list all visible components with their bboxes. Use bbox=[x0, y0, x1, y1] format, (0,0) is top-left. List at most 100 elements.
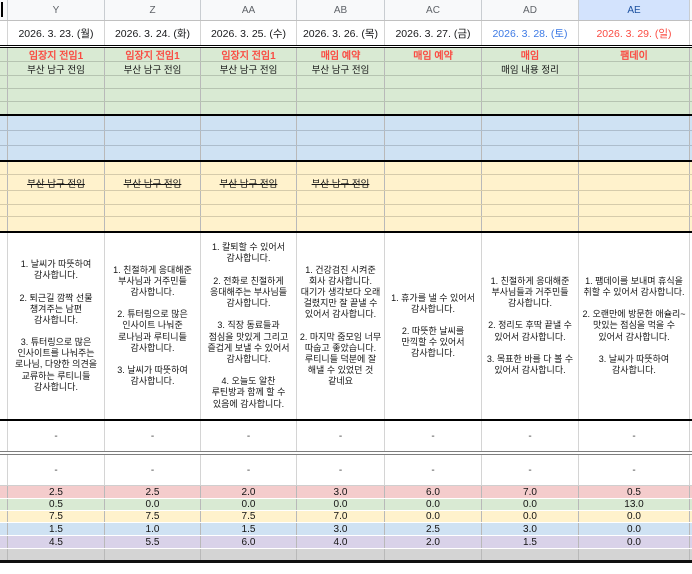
empty-cell[interactable] bbox=[105, 76, 201, 88]
empty-cell[interactable] bbox=[482, 116, 579, 130]
empty-cell[interactable] bbox=[579, 146, 690, 160]
score-cell[interactable]: 5.5 bbox=[105, 536, 201, 548]
dash-cell[interactable]: - bbox=[201, 421, 297, 451]
score-cell[interactable]: 7.0 bbox=[297, 511, 385, 522]
empty-cell[interactable] bbox=[201, 191, 297, 204]
column-header-ad[interactable]: AD bbox=[482, 0, 579, 20]
empty-cell[interactable] bbox=[105, 89, 201, 101]
dash-cell[interactable]: - bbox=[105, 455, 201, 485]
score-cell[interactable]: 2.5 bbox=[8, 486, 105, 498]
date-cell-fri[interactable]: 2026. 3. 27. (금) bbox=[385, 21, 482, 45]
empty-cell[interactable] bbox=[579, 217, 690, 231]
dash-cell[interactable]: - bbox=[579, 455, 690, 485]
empty-cell[interactable] bbox=[105, 162, 201, 174]
empty-cell[interactable] bbox=[482, 76, 579, 88]
score-cell[interactable]: 2.5 bbox=[105, 486, 201, 498]
empty-cell[interactable] bbox=[8, 549, 105, 560]
empty-cell[interactable] bbox=[385, 116, 482, 130]
gratitude-cell-sat[interactable]: 1. 친절하게 응대해준 부사님들과 거주민들 감사합니다. 2. 정리도 후딱… bbox=[482, 233, 579, 419]
dash-cell[interactable]: - bbox=[579, 421, 690, 451]
plan-header-cell[interactable]: 매임 예약 bbox=[297, 48, 385, 61]
empty-cell[interactable] bbox=[105, 549, 201, 560]
score-cell[interactable]: 0.0 bbox=[385, 499, 482, 510]
empty-cell[interactable] bbox=[8, 102, 105, 114]
empty-cell[interactable] bbox=[201, 131, 297, 145]
empty-cell[interactable] bbox=[105, 205, 201, 216]
empty-cell[interactable] bbox=[297, 116, 385, 130]
score-cell[interactable]: 6.0 bbox=[201, 536, 297, 548]
completed-task-cell[interactable] bbox=[482, 175, 579, 190]
completed-task-cell[interactable]: 부산 남구 전임 bbox=[105, 175, 201, 190]
score-cell[interactable]: 0.0 bbox=[482, 499, 579, 510]
score-cell[interactable]: 1.5 bbox=[201, 523, 297, 535]
completed-task-cell[interactable]: 부산 남구 전임 bbox=[297, 175, 385, 190]
column-header-ae-selected[interactable]: AE bbox=[579, 0, 690, 20]
plan-task-cell[interactable]: 매임 내용 정리 bbox=[482, 62, 579, 75]
dash-cell[interactable]: - bbox=[297, 455, 385, 485]
score-cell[interactable]: 6.0 bbox=[385, 486, 482, 498]
empty-cell[interactable] bbox=[385, 89, 482, 101]
score-cell[interactable]: 0.0 bbox=[579, 511, 690, 522]
score-cell[interactable]: 0.0 bbox=[385, 511, 482, 522]
plan-header-cell[interactable]: 임장지 전임1 bbox=[105, 48, 201, 61]
completed-task-cell[interactable] bbox=[579, 175, 690, 190]
gratitude-cell-wed[interactable]: 1. 칼퇴할 수 있어서 감사합니다. 2. 전화로 친절하게 응대해주는 부사… bbox=[201, 233, 297, 419]
plan-task-cell[interactable]: 부산 남구 전임 bbox=[105, 62, 201, 75]
empty-cell[interactable] bbox=[105, 191, 201, 204]
dash-cell[interactable]: - bbox=[201, 455, 297, 485]
empty-cell[interactable] bbox=[482, 131, 579, 145]
empty-cell[interactable] bbox=[579, 191, 690, 204]
empty-cell[interactable] bbox=[8, 217, 105, 231]
score-cell[interactable]: 7.5 bbox=[8, 511, 105, 522]
plan-header-cell[interactable]: 임장지 전임1 bbox=[201, 48, 297, 61]
completed-task-cell[interactable]: 부산 남구 전임 bbox=[8, 175, 105, 190]
plan-task-cell[interactable]: 부산 남구 전임 bbox=[8, 62, 105, 75]
score-cell[interactable]: 0.0 bbox=[297, 499, 385, 510]
plan-header-cell[interactable]: 매임 예약 bbox=[385, 48, 482, 61]
empty-cell[interactable] bbox=[297, 89, 385, 101]
empty-cell[interactable] bbox=[201, 102, 297, 114]
empty-cell[interactable] bbox=[482, 102, 579, 114]
empty-cell[interactable] bbox=[105, 131, 201, 145]
gratitude-cell-tue[interactable]: 1. 친절하게 응대해준 부사님과 거주민들 감사합니다. 2. 튜터링으로 많… bbox=[105, 233, 201, 419]
empty-cell[interactable] bbox=[297, 549, 385, 560]
empty-cell[interactable] bbox=[105, 116, 201, 130]
score-cell[interactable]: 0.0 bbox=[579, 536, 690, 548]
score-cell[interactable]: 13.0 bbox=[579, 499, 690, 510]
plan-header-cell[interactable]: 팸데이 bbox=[579, 48, 690, 61]
score-cell[interactable]: 0.0 bbox=[579, 523, 690, 535]
score-cell[interactable]: 1.0 bbox=[105, 523, 201, 535]
score-cell[interactable]: 1.5 bbox=[482, 536, 579, 548]
dash-cell[interactable]: - bbox=[482, 455, 579, 485]
score-cell[interactable]: 0.0 bbox=[482, 511, 579, 522]
empty-cell[interactable] bbox=[8, 76, 105, 88]
column-header-aa[interactable]: AA bbox=[201, 0, 297, 20]
plan-header-cell[interactable]: 임장지 전임1 bbox=[8, 48, 105, 61]
empty-cell[interactable] bbox=[385, 205, 482, 216]
empty-cell[interactable] bbox=[579, 549, 690, 560]
empty-cell[interactable] bbox=[385, 76, 482, 88]
plan-header-cell[interactable]: 매임 bbox=[482, 48, 579, 61]
empty-cell[interactable] bbox=[201, 549, 297, 560]
empty-cell[interactable] bbox=[385, 191, 482, 204]
date-cell-mon[interactable]: 2026. 3. 23. (월) bbox=[8, 21, 105, 45]
date-cell-thu[interactable]: 2026. 3. 26. (목) bbox=[297, 21, 385, 45]
score-cell[interactable]: 3.0 bbox=[482, 523, 579, 535]
gratitude-cell-thu[interactable]: 1. 건강검진 시켜준 회사 감사합니다. 대기가 생각보다 오래 걸렸지만 잘… bbox=[297, 233, 385, 419]
plan-task-cell[interactable]: 부산 남구 전임 bbox=[297, 62, 385, 75]
empty-cell[interactable] bbox=[297, 205, 385, 216]
dash-cell[interactable]: - bbox=[105, 421, 201, 451]
score-cell[interactable]: 4.5 bbox=[8, 536, 105, 548]
empty-cell[interactable] bbox=[297, 162, 385, 174]
empty-cell[interactable] bbox=[8, 116, 105, 130]
empty-cell[interactable] bbox=[385, 217, 482, 231]
empty-cell[interactable] bbox=[385, 102, 482, 114]
empty-cell[interactable] bbox=[579, 76, 690, 88]
empty-cell[interactable] bbox=[105, 146, 201, 160]
column-header-y[interactable]: Y bbox=[8, 0, 105, 20]
empty-cell[interactable] bbox=[8, 205, 105, 216]
empty-cell[interactable] bbox=[105, 102, 201, 114]
empty-cell[interactable] bbox=[8, 89, 105, 101]
score-cell[interactable]: 7.0 bbox=[482, 486, 579, 498]
dash-cell[interactable]: - bbox=[297, 421, 385, 451]
